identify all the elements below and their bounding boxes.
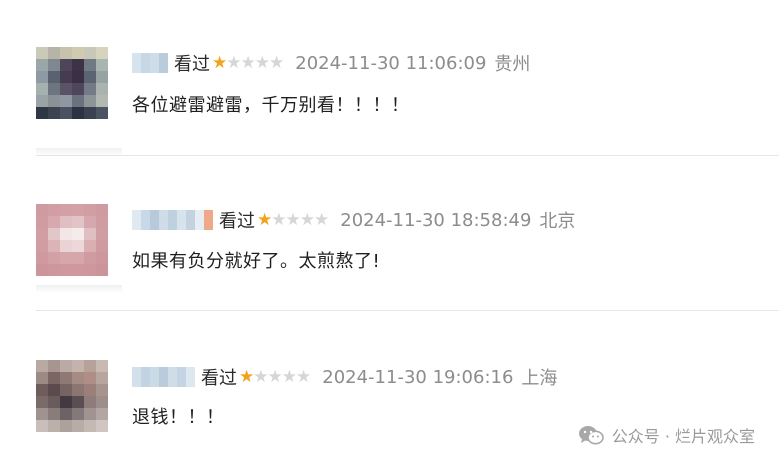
star-empty-icon: ★ — [281, 366, 297, 387]
comment-location: 上海 — [521, 368, 558, 389]
comment-text: 退钱！！！ — [132, 407, 225, 428]
comment-meta: 看过 ★ ★ ★ ★ ★ 2024-11-30 11:06:09 贵州 — [132, 50, 530, 76]
star-filled-icon: ★ — [257, 209, 273, 230]
star-empty-icon: ★ — [226, 52, 242, 73]
star-empty-icon: ★ — [299, 209, 315, 230]
comment-timestamp: 2024-11-30 11:06:09 — [295, 52, 487, 74]
comment-text: 如果有负分就好了。太煎熬了! — [132, 251, 381, 272]
comment-location: 北京 — [539, 211, 576, 232]
rating-stars: ★ ★ ★ ★ ★ — [257, 209, 330, 230]
avatar[interactable] — [36, 47, 108, 119]
star-empty-icon: ★ — [269, 52, 285, 73]
username-blurred[interactable] — [132, 367, 195, 387]
star-empty-icon: ★ — [240, 52, 256, 73]
star-empty-icon: ★ — [254, 52, 270, 73]
comment-timestamp: 2024-11-30 19:06:16 — [322, 366, 514, 388]
star-filled-icon: ★ — [239, 366, 255, 387]
star-empty-icon: ★ — [267, 366, 283, 387]
rating-stars: ★ ★ ★ ★ ★ — [212, 52, 285, 73]
avatar[interactable] — [36, 360, 108, 432]
avatar-shadow — [36, 285, 122, 293]
watermark-text: 公众号 · 烂片观众室 — [611, 427, 755, 446]
comment-text: 各位避雷避雷，千万别看！！！！ — [132, 95, 410, 116]
watch-status: 看过 — [174, 54, 210, 75]
comment-timestamp: 2024-11-30 18:58:49 — [340, 209, 532, 231]
star-empty-icon: ★ — [314, 209, 330, 230]
divider — [36, 155, 779, 156]
star-empty-icon: ★ — [285, 209, 301, 230]
username-blurred[interactable] — [132, 210, 213, 230]
watermark: 公众号 · 烂片观众室 — [578, 423, 755, 447]
star-filled-icon: ★ — [212, 52, 228, 73]
divider — [36, 310, 779, 311]
comment-meta: 看过 ★ ★ ★ ★ ★ 2024-11-30 18:58:49 北京 — [132, 207, 575, 233]
username-blurred[interactable] — [132, 53, 168, 73]
avatar[interactable] — [36, 204, 108, 276]
comment-list: 看过 ★ ★ ★ ★ ★ 2024-11-30 11:06:09 贵州 各位避雷… — [0, 0, 779, 465]
watch-status: 看过 — [201, 368, 237, 389]
wechat-icon — [578, 425, 604, 445]
star-empty-icon: ★ — [253, 366, 269, 387]
comment-location: 贵州 — [494, 54, 531, 75]
comment-meta: 看过 ★ ★ ★ ★ ★ 2024-11-30 19:06:16 上海 — [132, 364, 557, 390]
rating-stars: ★ ★ ★ ★ ★ — [239, 366, 312, 387]
star-empty-icon: ★ — [271, 209, 287, 230]
star-empty-icon: ★ — [296, 366, 312, 387]
watch-status: 看过 — [219, 211, 255, 232]
